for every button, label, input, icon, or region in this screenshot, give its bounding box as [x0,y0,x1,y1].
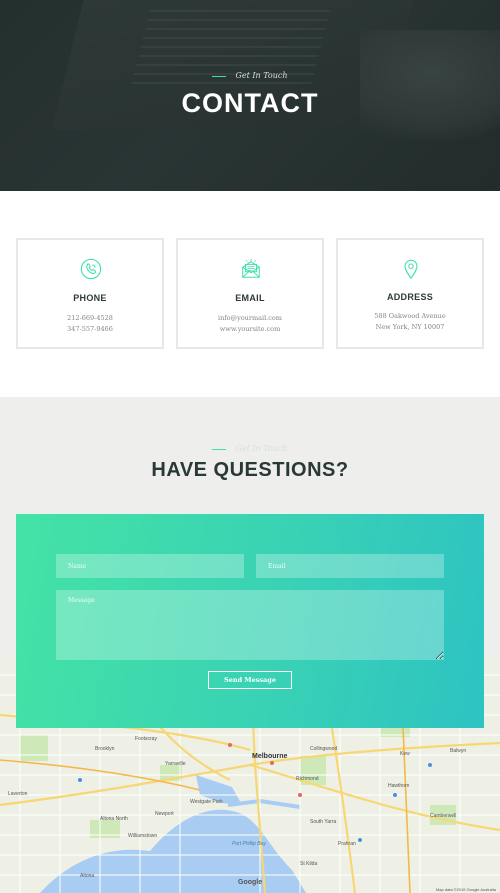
contact-cards: PHONE 212-669-4528 347-557-9466 EMAIL in… [16,238,484,349]
svg-text:Footscray: Footscray [135,736,157,742]
svg-text:Richmond: Richmond [296,776,319,782]
card-title: ADDRESS [386,292,434,302]
hero-eyebrow: Get In Touch [0,71,500,80]
card-title: PHONE [73,293,107,303]
card-title: EMAIL [235,293,265,303]
hero-eyebrow-text: Get In Touch [235,71,288,80]
email-card: EMAIL info@yourmail.com www.yoursite.com [176,238,324,349]
svg-text:Hawthorn: Hawthorn [388,783,410,789]
svg-text:Altona: Altona [80,873,94,879]
email-input[interactable] [256,554,444,578]
address-line-2: New York, NY 10007 [375,323,445,331]
svg-text:Yarraville: Yarraville [165,761,186,767]
map-label: Melbourne [252,753,287,760]
map-attribution[interactable]: Map data ©2019 Google Australia [436,887,496,892]
contact-form: Send Message [16,514,484,728]
envelope-icon [242,258,260,278]
svg-text:St Kilda: St Kilda [300,861,317,867]
phone-icon [80,258,102,280]
section-title: HAVE QUESTIONS? [151,459,349,481]
svg-text:South Yarra: South Yarra [310,819,336,825]
section-eyebrow: Get In Touch [0,444,500,453]
address-line-1: 588 Oakwood Avenue [374,312,446,320]
svg-text:Westgate Park: Westgate Park [190,799,223,805]
svg-text:Kew: Kew [400,751,410,757]
page-title: CONTACT [181,88,319,118]
svg-text:Altona North: Altona North [100,816,128,822]
hero-banner: Get In Touch CONTACT [0,0,500,191]
svg-text:Laverton: Laverton [8,791,28,797]
phone-card: PHONE 212-669-4528 347-557-9466 [16,238,164,349]
email-address[interactable]: info@yourmail.com [178,314,322,322]
phone-number-1[interactable]: 212-669-4528 [18,314,162,322]
send-message-button[interactable]: Send Message [208,671,292,689]
google-logo[interactable]: Google [238,879,262,886]
svg-text:Newport: Newport [155,811,174,817]
phone-number-2[interactable]: 347-557-9466 [18,325,162,333]
message-textarea[interactable] [56,590,444,660]
address-card: ADDRESS 588 Oakwood Avenue New York, NY … [336,238,484,349]
accent-line [212,75,227,77]
website-link[interactable]: www.yoursite.com [178,325,322,333]
svg-text:Collingwood: Collingwood [310,746,337,752]
svg-text:Port Phillip Bay: Port Phillip Bay [232,841,266,847]
location-pin-icon [404,259,418,280]
contact-form-section: Get In Touch HAVE QUESTIONS? Melbourne F… [0,397,500,893]
svg-text:Balwyn: Balwyn [450,748,466,754]
name-input[interactable] [56,554,244,578]
accent-line [212,448,227,450]
svg-text:Camberwell: Camberwell [430,813,456,819]
svg-text:Brooklyn: Brooklyn [95,746,115,752]
section-eyebrow-text: Get In Touch [235,444,288,453]
svg-text:Williamstown: Williamstown [128,833,157,839]
svg-text:Prahran: Prahran [338,841,356,847]
